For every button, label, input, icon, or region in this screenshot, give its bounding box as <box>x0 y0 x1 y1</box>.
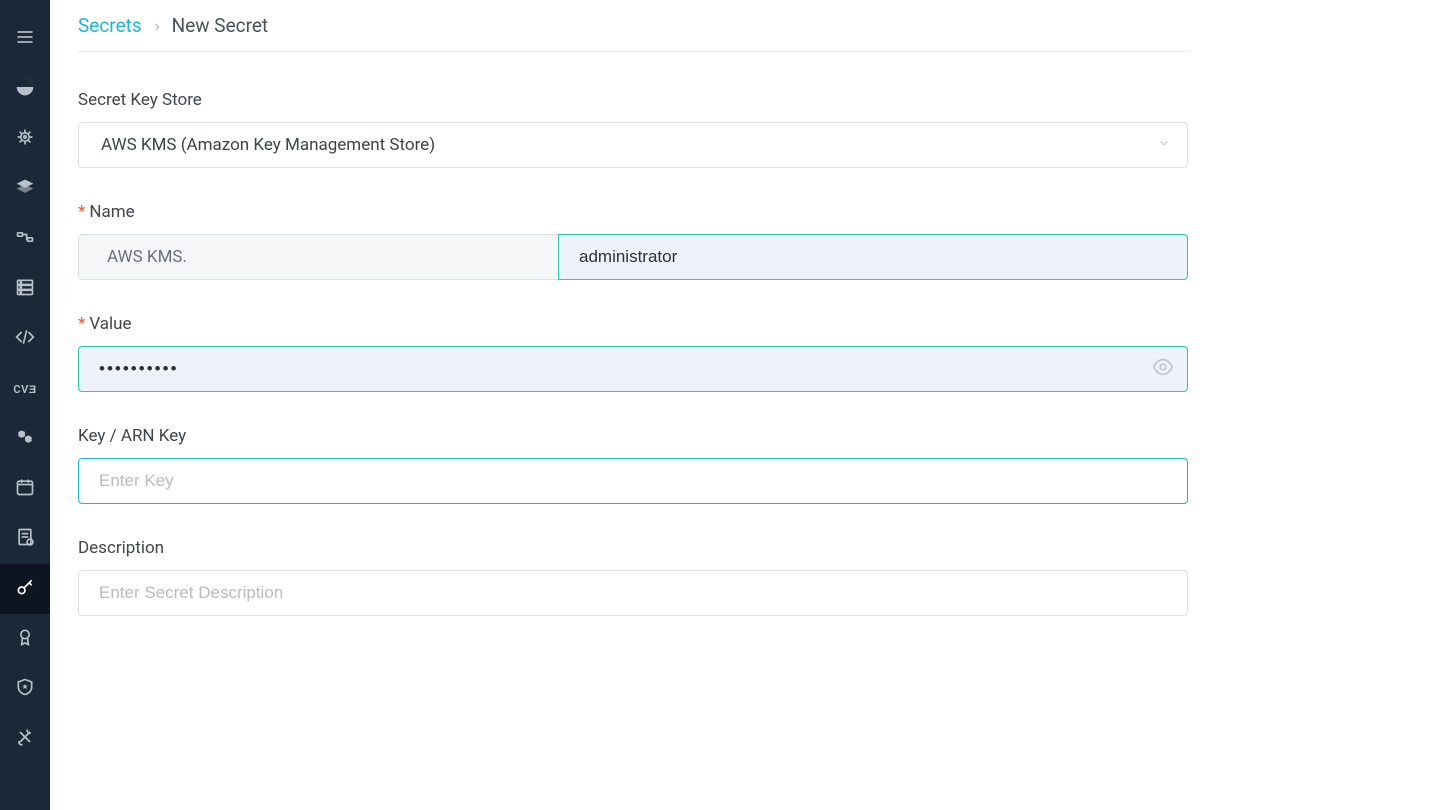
menu-icon <box>15 27 35 51</box>
sidebar-item-modules[interactable] <box>0 414 50 464</box>
eye-icon[interactable] <box>1152 356 1174 382</box>
key-store-value: AWS KMS (Amazon Key Management Store) <box>101 135 435 155</box>
field-value: *Value <box>78 314 1188 392</box>
report-icon <box>15 527 35 551</box>
key-store-select[interactable]: AWS KMS (Amazon Key Management Store) <box>78 122 1188 168</box>
sidebar-item-pipeline[interactable] <box>0 214 50 264</box>
breadcrumb-root-link[interactable]: Secrets <box>78 14 142 37</box>
label-key: Key / ARN Key <box>78 426 1188 446</box>
sidebar-item-dashboard[interactable] <box>0 64 50 114</box>
sidebar-item-layers[interactable] <box>0 164 50 214</box>
layers-icon <box>15 177 35 201</box>
modules-icon <box>15 427 35 451</box>
secret-form: Secret Key Store AWS KMS (Amazon Key Man… <box>78 52 1188 616</box>
pipeline-icon <box>15 227 35 251</box>
key-input[interactable] <box>78 458 1188 504</box>
sidebar-item-secrets[interactable] <box>0 564 50 614</box>
sidebar: CVƎ <box>0 0 50 810</box>
pie-chart-icon <box>15 77 35 101</box>
name-prefix: AWS KMS. <box>78 234 558 280</box>
sidebar-item-servers[interactable] <box>0 264 50 314</box>
sidebar-item-wheel[interactable] <box>0 114 50 164</box>
sidebar-item-tools[interactable] <box>0 714 50 764</box>
sidebar-item-badge[interactable] <box>0 614 50 664</box>
value-input[interactable] <box>78 346 1188 392</box>
chevron-right-icon <box>152 14 162 37</box>
field-key: Key / ARN Key <box>78 426 1188 504</box>
field-key-store: Secret Key Store AWS KMS (Amazon Key Man… <box>78 90 1188 168</box>
name-input[interactable] <box>558 234 1188 280</box>
label-value: *Value <box>78 314 1188 334</box>
cve-icon: CVƎ <box>13 383 36 396</box>
key-icon <box>15 577 35 601</box>
badge-icon <box>15 627 35 651</box>
sidebar-item-cve[interactable]: CVƎ <box>0 364 50 414</box>
calendar-icon <box>15 477 35 501</box>
sidebar-item-calendar[interactable] <box>0 464 50 514</box>
breadcrumb: Secrets New Secret <box>78 0 1188 52</box>
sidebar-item-report[interactable] <box>0 514 50 564</box>
code-icon <box>15 327 35 351</box>
field-description: Description <box>78 538 1188 616</box>
field-name: *Name AWS KMS. <box>78 202 1188 280</box>
label-name: *Name <box>78 202 1188 222</box>
label-description: Description <box>78 538 1188 558</box>
shield-icon <box>15 677 35 701</box>
name-input-group: AWS KMS. <box>78 234 1188 280</box>
sidebar-item-menu[interactable] <box>0 14 50 64</box>
servers-icon <box>15 277 35 301</box>
ship-wheel-icon <box>15 127 35 151</box>
chevron-down-icon <box>1157 135 1171 155</box>
label-key-store: Secret Key Store <box>78 90 1188 110</box>
tools-icon <box>15 727 35 751</box>
breadcrumb-current: New Secret <box>172 14 268 37</box>
required-marker: * <box>78 314 85 334</box>
required-marker: * <box>78 202 85 222</box>
description-input[interactable] <box>78 570 1188 616</box>
main-content: Secrets New Secret Secret Key Store AWS … <box>50 0 1440 810</box>
sidebar-item-code[interactable] <box>0 314 50 364</box>
sidebar-item-security[interactable] <box>0 664 50 714</box>
